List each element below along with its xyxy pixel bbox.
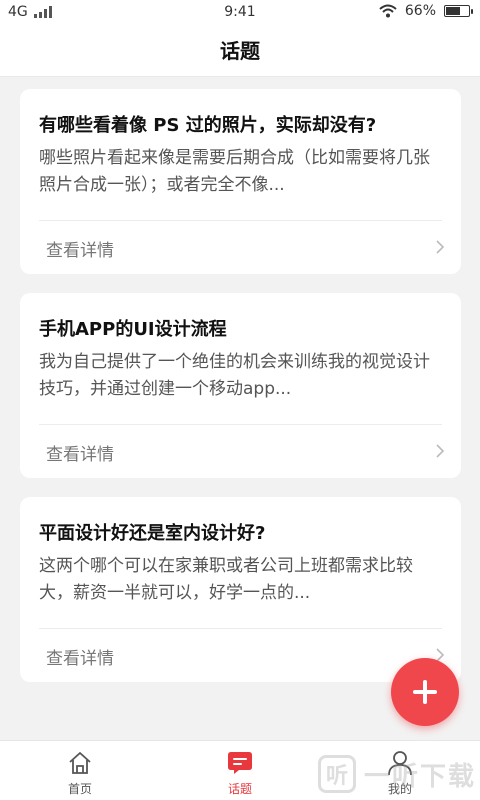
home-icon <box>69 752 91 774</box>
topic-title: 手机APP的UI设计流程 <box>39 319 227 340</box>
chat-icon <box>228 752 252 774</box>
view-details-button[interactable]: 查看详情 <box>20 425 461 478</box>
nav-label-home: 首页 <box>67 782 92 796</box>
nav-label-topics: 话题 <box>227 782 252 796</box>
add-topic-button[interactable] <box>391 658 459 726</box>
app-screen: 4G 9:41 66% 话题 有哪些看着像 PS 过的照片，实际却没有? 哪些照… <box>0 0 480 800</box>
status-bar: 4G 9:41 66% <box>0 0 480 26</box>
nav-item-home[interactable]: 首页 <box>40 741 120 800</box>
view-details-button[interactable]: 查看详情 <box>20 221 461 274</box>
battery-fill <box>446 7 460 15</box>
battery-icon <box>444 5 473 17</box>
topic-description: 我为自己提供了一个绝佳的机会来训练我的视觉设计技巧，并通过创建一个移动app..… <box>39 352 430 399</box>
chevron-right-icon <box>436 240 445 254</box>
view-details-label: 查看详情 <box>46 445 114 465</box>
view-details-label: 查看详情 <box>46 241 114 261</box>
status-right: 66% <box>379 3 473 19</box>
wifi-icon <box>379 4 397 18</box>
topic-card: 手机APP的UI设计流程 我为自己提供了一个绝佳的机会来训练我的视觉设计技巧，并… <box>20 293 461 478</box>
user-icon <box>388 751 412 776</box>
nav-item-profile[interactable]: 我的 <box>360 741 440 800</box>
topic-card: 平面设计好还是室内设计好? 这两个哪个可以在家兼职或者公司上班都需求比较大，薪资… <box>20 497 461 682</box>
nav-item-topics[interactable]: 话题 <box>200 741 280 800</box>
topic-title: 有哪些看着像 PS 过的照片，实际却没有? <box>39 115 377 136</box>
plus-icon <box>413 680 437 704</box>
topic-description: 这两个哪个可以在家兼职或者公司上班都需求比较大，薪资一半就可以，好学一点的... <box>39 556 413 603</box>
chevron-right-icon <box>436 444 445 458</box>
topic-title: 平面设计好还是室内设计好? <box>39 523 266 544</box>
nav-label-profile: 我的 <box>387 782 412 796</box>
topic-description: 哪些照片看起来像是需要后期合成（比如需要将几张照片合成一张）；或者完全不像... <box>39 148 430 195</box>
view-details-label: 查看详情 <box>46 649 114 669</box>
bottom-nav: 首页 话题 我的 <box>0 740 480 800</box>
page-title: 话题 <box>0 26 480 77</box>
topic-card: 有哪些看着像 PS 过的照片，实际却没有? 哪些照片看起来像是需要后期合成（比如… <box>20 89 461 274</box>
topic-list: 有哪些看着像 PS 过的照片，实际却没有? 哪些照片看起来像是需要后期合成（比如… <box>0 77 480 740</box>
battery-percent: 66% <box>404 3 436 19</box>
